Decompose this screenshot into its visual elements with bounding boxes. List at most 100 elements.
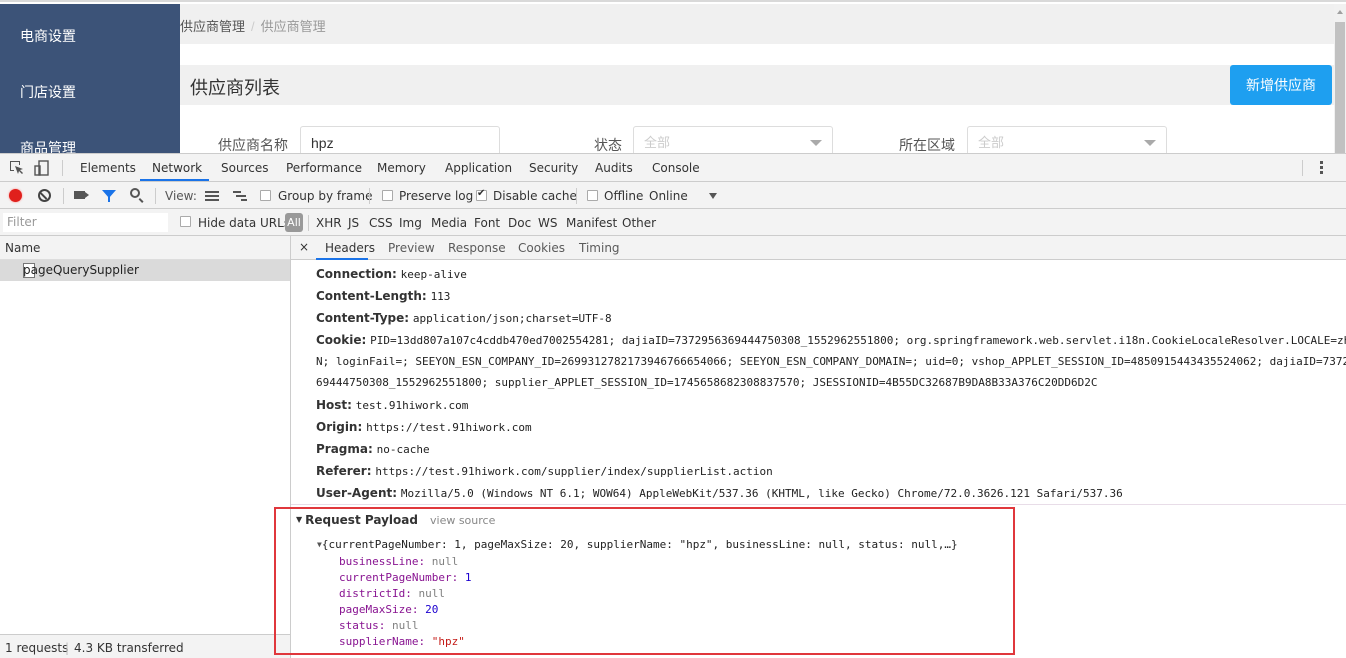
header-value: 113	[430, 290, 451, 303]
supplier-name-input[interactable]: hpz	[300, 126, 500, 153]
header-key: Content-Type:	[316, 311, 410, 325]
name-column-header[interactable]: Name	[5, 241, 40, 255]
tab-preview[interactable]: Preview	[388, 241, 435, 255]
divider	[1302, 160, 1303, 176]
scroll-up-icon[interactable]	[1337, 10, 1343, 14]
transferred-size: 4.3 KB transferred	[74, 641, 184, 655]
group-by-frame-checkbox[interactable]	[260, 190, 271, 201]
offline-label: Offline	[604, 189, 644, 203]
type-filter-css[interactable]: CSS	[369, 216, 393, 230]
divider	[369, 188, 370, 204]
tab-audits[interactable]: Audits	[595, 161, 633, 175]
tab-security[interactable]: Security	[529, 161, 578, 175]
search-icon[interactable]	[130, 188, 140, 198]
filter-input[interactable]: Filter	[3, 213, 168, 232]
request-list-header[interactable]: Name	[0, 236, 290, 260]
tab-cookies[interactable]: Cookies	[518, 241, 565, 255]
header-row: Cookie: PID=13dd807a107c4cddb470ed700255…	[316, 333, 1346, 347]
request-summary-bar: 1 requests | 4.3 KB transferred	[0, 634, 290, 658]
breadcrumb-current: 供应商管理	[260, 19, 326, 34]
view-source-link[interactable]: view source	[430, 514, 495, 527]
type-filter-doc[interactable]: Doc	[508, 216, 531, 230]
record-icon[interactable]	[9, 189, 22, 202]
more-options-icon[interactable]	[1320, 161, 1324, 175]
sidebar: 电商设置 门店设置 商品管理	[0, 4, 180, 153]
page-scrollbar[interactable]	[1334, 4, 1346, 153]
screenshot-camera-icon[interactable]	[74, 191, 85, 199]
large-rows-icon[interactable]	[205, 191, 219, 201]
scrollbar-thumb[interactable]	[1335, 22, 1345, 153]
property-key: supplierName	[339, 635, 419, 648]
region-select[interactable]: 全部	[967, 126, 1167, 153]
payload-property: supplierName: "hpz"	[339, 635, 465, 648]
header-key: Content-Length:	[316, 289, 427, 303]
header-value: keep-alive	[400, 268, 467, 281]
header-value: Mozilla/5.0 (Windows NT 6.1; WOW64) Appl…	[400, 487, 1123, 500]
supplier-name-label: 供应商名称	[218, 137, 288, 153]
clear-icon[interactable]	[38, 189, 51, 202]
sidebar-item-product-management[interactable]: 商品管理	[20, 138, 76, 153]
property-key: businessLine	[339, 555, 419, 568]
detail-tabbar: × Headers Preview Response Cookies Timin…	[291, 236, 1346, 260]
breadcrumb-parent[interactable]: 供应商管理	[180, 19, 245, 34]
close-icon[interactable]: ×	[299, 240, 309, 254]
region-label: 所在区域	[899, 137, 955, 153]
divider	[308, 215, 309, 231]
sidebar-item-store-settings[interactable]: 门店设置	[20, 82, 76, 102]
type-filter-other[interactable]: Other	[622, 216, 656, 230]
header-value: no-cache	[376, 443, 430, 456]
tab-elements[interactable]: Elements	[80, 161, 136, 175]
header-row: Connection: keep-alive	[316, 267, 467, 281]
header-key: Origin:	[316, 420, 363, 434]
type-filter-img[interactable]: Img	[399, 216, 422, 230]
hide-data-urls-checkbox[interactable]	[180, 216, 191, 227]
property-value: 20	[425, 603, 439, 616]
type-filter-font[interactable]: Font	[474, 216, 500, 230]
request-list: Name pageQuerySupplier 1 requests | 4.3 …	[0, 236, 291, 658]
sidebar-item-ecommerce-settings[interactable]: 电商设置	[20, 26, 76, 46]
tab-headers[interactable]: Headers	[325, 241, 375, 255]
header-row: Referer: https://test.91hiwork.com/suppl…	[316, 464, 773, 478]
filter-icon[interactable]	[102, 190, 116, 202]
disable-cache-checkbox[interactable]	[476, 188, 487, 201]
type-filter-manifest[interactable]: Manifest	[566, 216, 617, 230]
type-filter-ws[interactable]: WS	[538, 216, 557, 230]
property-key: districtId	[339, 587, 406, 600]
inspect-element-icon[interactable]	[9, 160, 25, 176]
type-filter-xhr[interactable]: XHR	[316, 216, 342, 230]
tab-console[interactable]: Console	[652, 161, 700, 175]
tab-application[interactable]: Application	[445, 161, 512, 175]
type-filter-js[interactable]: JS	[348, 216, 359, 230]
chevron-down-icon	[810, 140, 822, 146]
region-select-value: 全部	[978, 135, 1005, 150]
request-row[interactable]: pageQuerySupplier	[0, 260, 290, 281]
add-supplier-button[interactable]: 新增供应商	[1230, 65, 1332, 105]
preserve-log-checkbox[interactable]	[382, 190, 393, 201]
divider	[576, 188, 577, 204]
header-row: Host: test.91hiwork.com	[316, 398, 468, 412]
overview-waterfall-icon[interactable]	[233, 191, 247, 201]
type-filter-all[interactable]: All	[285, 213, 303, 232]
tab-timing[interactable]: Timing	[579, 241, 620, 255]
tab-network[interactable]: Network	[152, 161, 202, 175]
tab-sources[interactable]: Sources	[221, 161, 268, 175]
status-select-value: 全部	[644, 135, 671, 150]
payload-object-summary[interactable]: ▼{currentPageNumber: 1, pageMaxSize: 20,…	[317, 538, 958, 551]
chevron-down-icon[interactable]	[709, 193, 717, 199]
device-toolbar-icon[interactable]	[34, 160, 50, 176]
request-payload-section[interactable]: ▼ Request Payload	[296, 513, 418, 527]
tab-performance[interactable]: Performance	[286, 161, 362, 175]
tab-response[interactable]: Response	[448, 241, 506, 255]
header-key: Connection:	[316, 267, 397, 281]
status-select[interactable]: 全部	[633, 126, 833, 153]
offline-checkbox[interactable]	[587, 190, 598, 201]
header-row: Content-Type: application/json;charset=U…	[316, 311, 612, 325]
status-label: 状态	[594, 137, 622, 153]
header-row: Content-Length: 113	[316, 289, 450, 303]
tab-memory[interactable]: Memory	[377, 161, 426, 175]
throttling-select[interactable]: Online	[649, 189, 688, 203]
header-value: https://test.91hiwork.com	[366, 421, 532, 434]
expand-triangle-icon[interactable]: ▼	[296, 515, 302, 524]
title-bar: 供应商列表	[180, 65, 1334, 105]
type-filter-media[interactable]: Media	[431, 216, 467, 230]
